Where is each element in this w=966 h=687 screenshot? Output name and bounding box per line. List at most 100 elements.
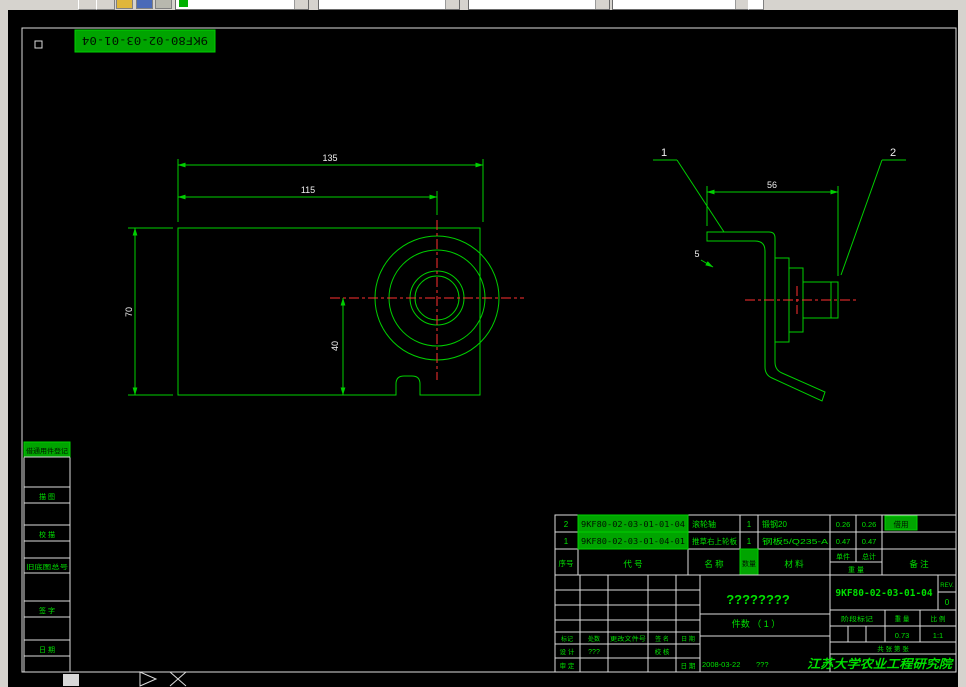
dropdown-arrow-icon[interactable] <box>294 0 308 9</box>
bom-header-cell: 单件 <box>836 552 850 561</box>
bom-total-weight: 0.47 <box>862 537 877 546</box>
bom-header-cell: 材 料 <box>784 559 804 569</box>
layer-properties-icon[interactable] <box>116 0 133 9</box>
bom-code: 9KF80-02-03-01-01-04 <box>581 520 685 529</box>
dim-text: 40 <box>330 341 340 351</box>
margin-label: 校 描 <box>39 530 55 539</box>
bom-header-cell: 备 注 <box>909 559 929 569</box>
bom-qty: 1 <box>747 537 752 546</box>
balloon-number: 1 <box>661 147 667 159</box>
rev-col-label: 签 名 <box>655 635 669 643</box>
company-name: 江苏大学农业工程研究院 <box>807 657 954 671</box>
date-label: 日 期 <box>681 662 696 670</box>
dim-text: 135 <box>322 153 337 163</box>
bom-name: 推草右上轮板 <box>692 536 737 546</box>
dropdown-arrow-icon[interactable] <box>445 0 459 9</box>
sheet-code-text: 9KF80-02-03-01-04 <box>82 34 208 47</box>
dimensions[interactable]: 135 115 70 40 56 5 <box>124 153 839 396</box>
ucs-icon <box>139 671 187 687</box>
scale-label: 比 例 <box>931 614 946 623</box>
margin-label: 借通用件登记 <box>26 446 69 455</box>
date-value: 2008-03-22 <box>702 660 740 669</box>
dropdown-arrow-icon[interactable] <box>735 0 749 9</box>
bom-seq: 2 <box>564 520 569 529</box>
dim-56[interactable]: 56 <box>706 180 839 276</box>
rev-col-label: 日 期 <box>681 635 695 643</box>
signature-value: ??? <box>756 660 769 669</box>
toolbar-button[interactable] <box>96 0 115 10</box>
balloon-2[interactable]: 2 <box>840 147 906 276</box>
bom-header-cell: 名 称 <box>704 559 724 569</box>
bom-row[interactable]: 1 9KF80-02-03-01-04-01 推草右上轮板 1 钢板5/Q235… <box>564 536 877 546</box>
bom-code: 9KF80-02-03-01-04-01 <box>581 537 685 546</box>
lineweight-combo[interactable] <box>612 0 750 10</box>
balloon-1[interactable]: 1 <box>653 147 725 233</box>
role-label: 校 核 <box>655 647 670 656</box>
bracket-outline[interactable] <box>706 231 826 402</box>
bom-seq: 1 <box>564 537 569 546</box>
bom-material: 锻钢20 <box>762 519 787 529</box>
drawing-title: ???????? <box>726 592 790 607</box>
margin-label: 签 字 <box>39 606 55 615</box>
dim-115[interactable]: 115 <box>177 185 438 215</box>
layer-color-swatch <box>179 0 188 7</box>
side-view[interactable] <box>706 231 856 402</box>
color-combo[interactable] <box>318 0 460 10</box>
margin-label: 日 期 <box>39 646 55 654</box>
dim-text: 5 <box>694 249 699 259</box>
bom-header-cell: 重 量 <box>848 566 864 574</box>
layer-combo[interactable] <box>175 0 309 10</box>
bom-header-cell: 序号 <box>559 558 574 568</box>
sheet-code-box[interactable]: 9KF80-02-03-01-04 <box>74 29 216 53</box>
toolbar-button[interactable] <box>78 0 97 10</box>
title-block[interactable]: 标记 处数 更改文件号 签 名 日 期 设 计 ??? 校 核 审 定 日 期 … <box>554 574 957 673</box>
drawing-canvas[interactable]: 9KF80-02-03-01-04 借通用件登记 描 图 校 描 旧底图总号 签… <box>8 10 958 687</box>
role-label: 设 计 <box>560 647 575 656</box>
dim-text: 115 <box>301 185 315 195</box>
layer-state-icon[interactable] <box>155 0 172 9</box>
bom-header-cell: 总计 <box>862 552 876 561</box>
scale-value: 1:1 <box>933 631 943 640</box>
toolbar <box>0 0 966 10</box>
piece-count: 件数 （ 1 ） <box>732 618 781 629</box>
weight-value: 0.73 <box>895 631 910 640</box>
dim-text: 70 <box>124 307 134 317</box>
drawing-number: 9KF80-02-03-01-04 <box>835 588 933 599</box>
bom-header-cell: 代 号 <box>623 559 642 569</box>
bom-unit-weight: 0.26 <box>836 520 851 529</box>
dim-text: 56 <box>767 180 777 190</box>
stage-label: 阶段标记 <box>841 614 874 623</box>
front-view[interactable] <box>177 220 524 396</box>
scrollbar-stub[interactable] <box>63 674 79 686</box>
dropdown-arrow-icon[interactable] <box>595 0 609 9</box>
margin-label: 描 图 <box>39 492 55 501</box>
bom-header-cell: 数量 <box>742 559 756 568</box>
cad-window: 9KF80-02-03-01-04 借通用件登记 描 图 校 描 旧底图总号 签… <box>0 0 966 687</box>
linetype-combo[interactable] <box>468 0 610 10</box>
signature-value: ??? <box>588 649 600 656</box>
corner-mark <box>34 40 43 49</box>
rev-label: REV. <box>940 583 954 589</box>
bom-unit-weight: 0.47 <box>836 537 851 546</box>
drawing-svg[interactable]: 9KF80-02-03-01-04 借通用件登记 描 图 校 描 旧底图总号 签… <box>8 10 958 687</box>
sheet-count: 共 张 第 张 <box>877 644 909 653</box>
rev-col-label: 标记 <box>561 635 573 643</box>
rev-col-label: 更改文件号 <box>610 635 646 643</box>
part-outline[interactable] <box>177 227 481 396</box>
bom-total-weight: 0.26 <box>862 520 877 529</box>
margin-label: 旧底图总号 <box>26 562 69 571</box>
dim-5[interactable]: 5 <box>694 249 714 268</box>
bom-table[interactable]: 2 9KF80-02-03-01-01-04 滚轮轴 1 锻钢20 0.26 0… <box>554 514 957 576</box>
rev-col-label: 处数 <box>588 635 600 643</box>
margin-blocks: 借通用件登记 描 图 校 描 旧底图总号 签 字 日 期 <box>23 441 71 673</box>
layers-icon[interactable] <box>136 0 153 9</box>
bom-qty: 1 <box>747 520 752 529</box>
bom-name: 滚轮轴 <box>692 519 716 529</box>
toolbar-cell[interactable] <box>748 0 764 10</box>
bom-material: 钢板5/Q235-A <box>762 536 828 546</box>
dim-70[interactable]: 70 <box>124 227 173 396</box>
dim-40[interactable]: 40 <box>330 297 346 396</box>
rev-value: 0 <box>945 598 950 607</box>
bom-row[interactable]: 2 9KF80-02-03-01-01-04 滚轮轴 1 锻钢20 0.26 0… <box>564 519 909 529</box>
bom-remark: 借用 <box>894 519 909 529</box>
